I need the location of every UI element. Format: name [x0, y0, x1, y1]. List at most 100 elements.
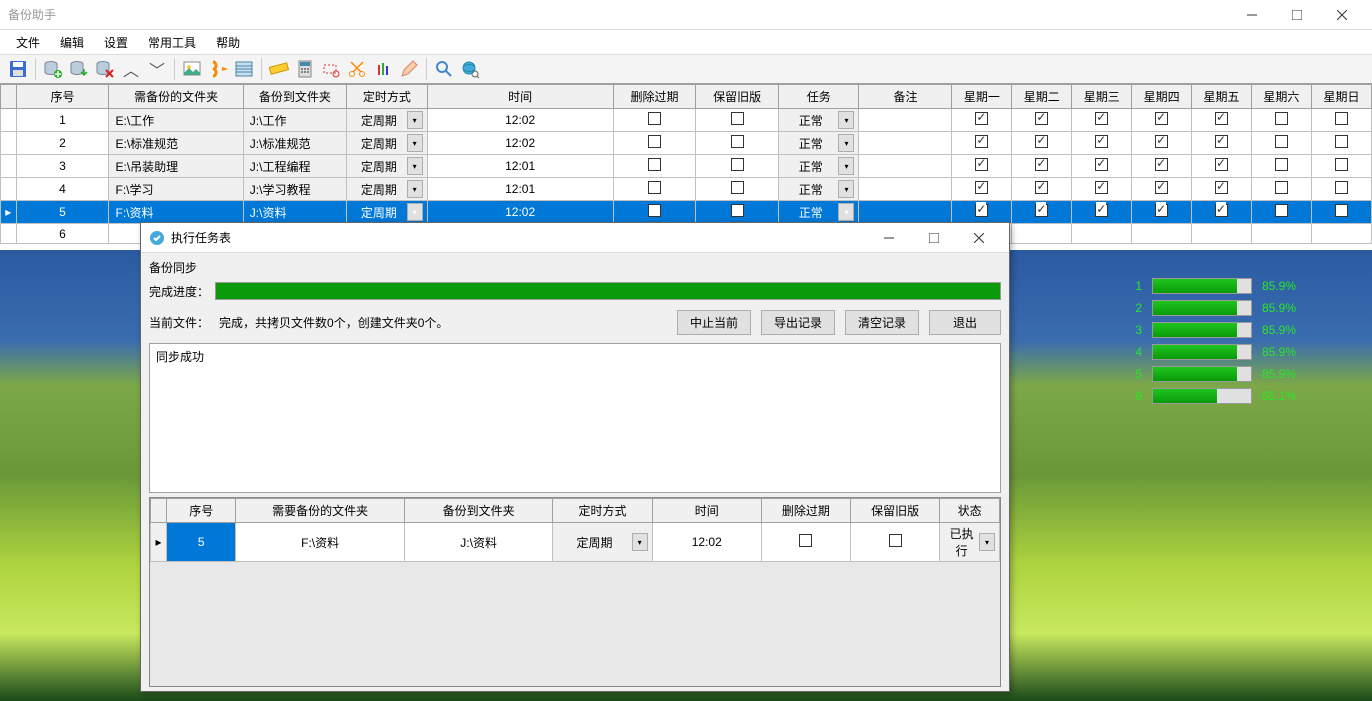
cell-day-5[interactable]: [1251, 155, 1311, 178]
cell-day-0[interactable]: [952, 201, 1012, 224]
cell-day-1[interactable]: [1012, 155, 1072, 178]
cell-day-3[interactable]: [1132, 155, 1192, 178]
cell-dest[interactable]: J:\标准规范: [243, 132, 346, 155]
cut-red-icon[interactable]: [319, 57, 343, 81]
col-task[interactable]: 任务: [778, 85, 859, 109]
dlg-col-dest[interactable]: 备份到文件夹: [404, 499, 553, 523]
cell-task[interactable]: 正常▾: [778, 201, 859, 224]
maximize-button[interactable]: [1274, 0, 1319, 29]
col-src[interactable]: 需备份的文件夹: [109, 85, 243, 109]
cell-src[interactable]: E:\标准规范: [109, 132, 243, 155]
cell-day-3[interactable]: [1132, 178, 1192, 201]
cell-dest[interactable]: J:\资料: [243, 201, 346, 224]
cell-del[interactable]: [613, 109, 696, 132]
dlg-col-keep[interactable]: 保留旧版: [851, 499, 940, 523]
dlg-col-time[interactable]: 时间: [652, 499, 761, 523]
table-row[interactable]: 2E:\标准规范J:\标准规范定周期▾12:02 正常▾: [1, 132, 1372, 155]
dialog-grid[interactable]: 序号 需要备份的文件夹 备份到文件夹 定时方式 时间 删除过期 保留旧版 状态 …: [149, 497, 1001, 687]
scissors-icon[interactable]: [345, 57, 369, 81]
cell-day-6[interactable]: [1311, 132, 1371, 155]
col-time[interactable]: 时间: [427, 85, 613, 109]
cell-idx[interactable]: 6: [16, 224, 109, 244]
dlg-cell-dest[interactable]: J:\资料: [404, 523, 553, 562]
cell-day-6[interactable]: [1311, 201, 1371, 224]
cell-day-0[interactable]: [952, 109, 1012, 132]
cell-day-2[interactable]: [1072, 224, 1132, 244]
cell-src[interactable]: F:\资料: [109, 201, 243, 224]
cell-time[interactable]: 12:01: [427, 178, 613, 201]
chevron-down-icon[interactable]: ▾: [838, 134, 854, 152]
cell-day-0[interactable]: [952, 155, 1012, 178]
cell-day-2[interactable]: [1072, 201, 1132, 224]
chevron-down-icon[interactable]: ▾: [838, 180, 854, 198]
cell-day-2[interactable]: [1072, 132, 1132, 155]
chevron-down-icon[interactable]: ▾: [407, 134, 423, 152]
cell-idx[interactable]: 5: [16, 201, 109, 224]
cell-src[interactable]: E:\吊装助理: [109, 155, 243, 178]
cell-day-3[interactable]: [1132, 132, 1192, 155]
cell-keep[interactable]: [696, 178, 779, 201]
col-keep[interactable]: 保留旧版: [696, 85, 779, 109]
chevron-down-icon[interactable]: ▾: [407, 157, 423, 175]
calculator-icon[interactable]: [293, 57, 317, 81]
export-log-button[interactable]: 导出记录: [761, 310, 835, 335]
dialog-table-row[interactable]: ▸ 5 F:\资料 J:\资料 定周期▾ 12:02 已执行▾: [151, 523, 1000, 562]
cell-note[interactable]: [859, 155, 952, 178]
save-icon[interactable]: [6, 57, 30, 81]
cell-day-3[interactable]: [1132, 109, 1192, 132]
cell-day-6[interactable]: [1311, 178, 1371, 201]
brush-icon[interactable]: [371, 57, 395, 81]
cell-day-4[interactable]: [1192, 132, 1252, 155]
cell-sched[interactable]: 定周期▾: [347, 132, 428, 155]
cell-day-3[interactable]: [1132, 224, 1192, 244]
dialog-titlebar[interactable]: 执行任务表: [141, 223, 1009, 253]
search-icon[interactable]: [432, 57, 456, 81]
dlg-col-state[interactable]: 状态: [940, 499, 1000, 523]
table-row[interactable]: 4F:\学习J:\学习教程定周期▾12:01正常▾: [1, 178, 1372, 201]
ruler-icon[interactable]: [267, 57, 291, 81]
menu-file[interactable]: 文件: [6, 31, 50, 54]
cell-day-1[interactable]: [1012, 132, 1072, 155]
cell-day-1[interactable]: [1012, 109, 1072, 132]
cell-time[interactable]: 12:02: [427, 132, 613, 155]
exit-button[interactable]: 退出: [929, 310, 1001, 335]
cell-task[interactable]: 正常▾: [778, 155, 859, 178]
menu-tools[interactable]: 常用工具: [138, 31, 206, 54]
cell-day-1[interactable]: [1012, 178, 1072, 201]
cell-day-2[interactable]: [1072, 155, 1132, 178]
col-del[interactable]: 删除过期: [613, 85, 696, 109]
cell-day-4[interactable]: [1192, 155, 1252, 178]
cell-del[interactable]: [613, 155, 696, 178]
cell-del[interactable]: [613, 201, 696, 224]
cell-keep[interactable]: [696, 132, 779, 155]
col-fri[interactable]: 星期五: [1192, 85, 1252, 109]
run-icon[interactable]: [206, 57, 230, 81]
chevron-down-icon[interactable]: ▾: [838, 157, 854, 175]
cell-idx[interactable]: 2: [16, 132, 109, 155]
dlg-cell-del[interactable]: [761, 523, 850, 562]
cell-day-2[interactable]: [1072, 178, 1132, 201]
cell-dest[interactable]: J:\学习教程: [243, 178, 346, 201]
col-sched[interactable]: 定时方式: [347, 85, 428, 109]
cell-day-5[interactable]: [1251, 132, 1311, 155]
dialog-maximize-button[interactable]: [911, 224, 956, 252]
dialog-minimize-button[interactable]: [866, 224, 911, 252]
clear-log-button[interactable]: 清空记录: [845, 310, 919, 335]
menu-help[interactable]: 帮助: [206, 31, 250, 54]
cell-dest[interactable]: J:\工作: [243, 109, 346, 132]
col-sat[interactable]: 星期六: [1251, 85, 1311, 109]
cell-idx[interactable]: 4: [16, 178, 109, 201]
cell-task[interactable]: 正常▾: [778, 132, 859, 155]
table-row[interactable]: 3E:\吊装助理J:\工程编程定周期▾12:01正常▾: [1, 155, 1372, 178]
cell-keep[interactable]: [696, 201, 779, 224]
cell-day-4[interactable]: [1192, 224, 1252, 244]
cell-note[interactable]: [859, 178, 952, 201]
cell-sched[interactable]: 定周期▾: [347, 155, 428, 178]
dialog-log[interactable]: 同步成功: [149, 343, 1001, 493]
cell-dest[interactable]: J:\工程编程: [243, 155, 346, 178]
picture-icon[interactable]: [180, 57, 204, 81]
chevron-down-icon[interactable]: ▾: [838, 111, 854, 129]
db-delete-icon[interactable]: [93, 57, 117, 81]
dialog-close-button[interactable]: [956, 224, 1001, 252]
cell-src[interactable]: E:\工作: [109, 109, 243, 132]
